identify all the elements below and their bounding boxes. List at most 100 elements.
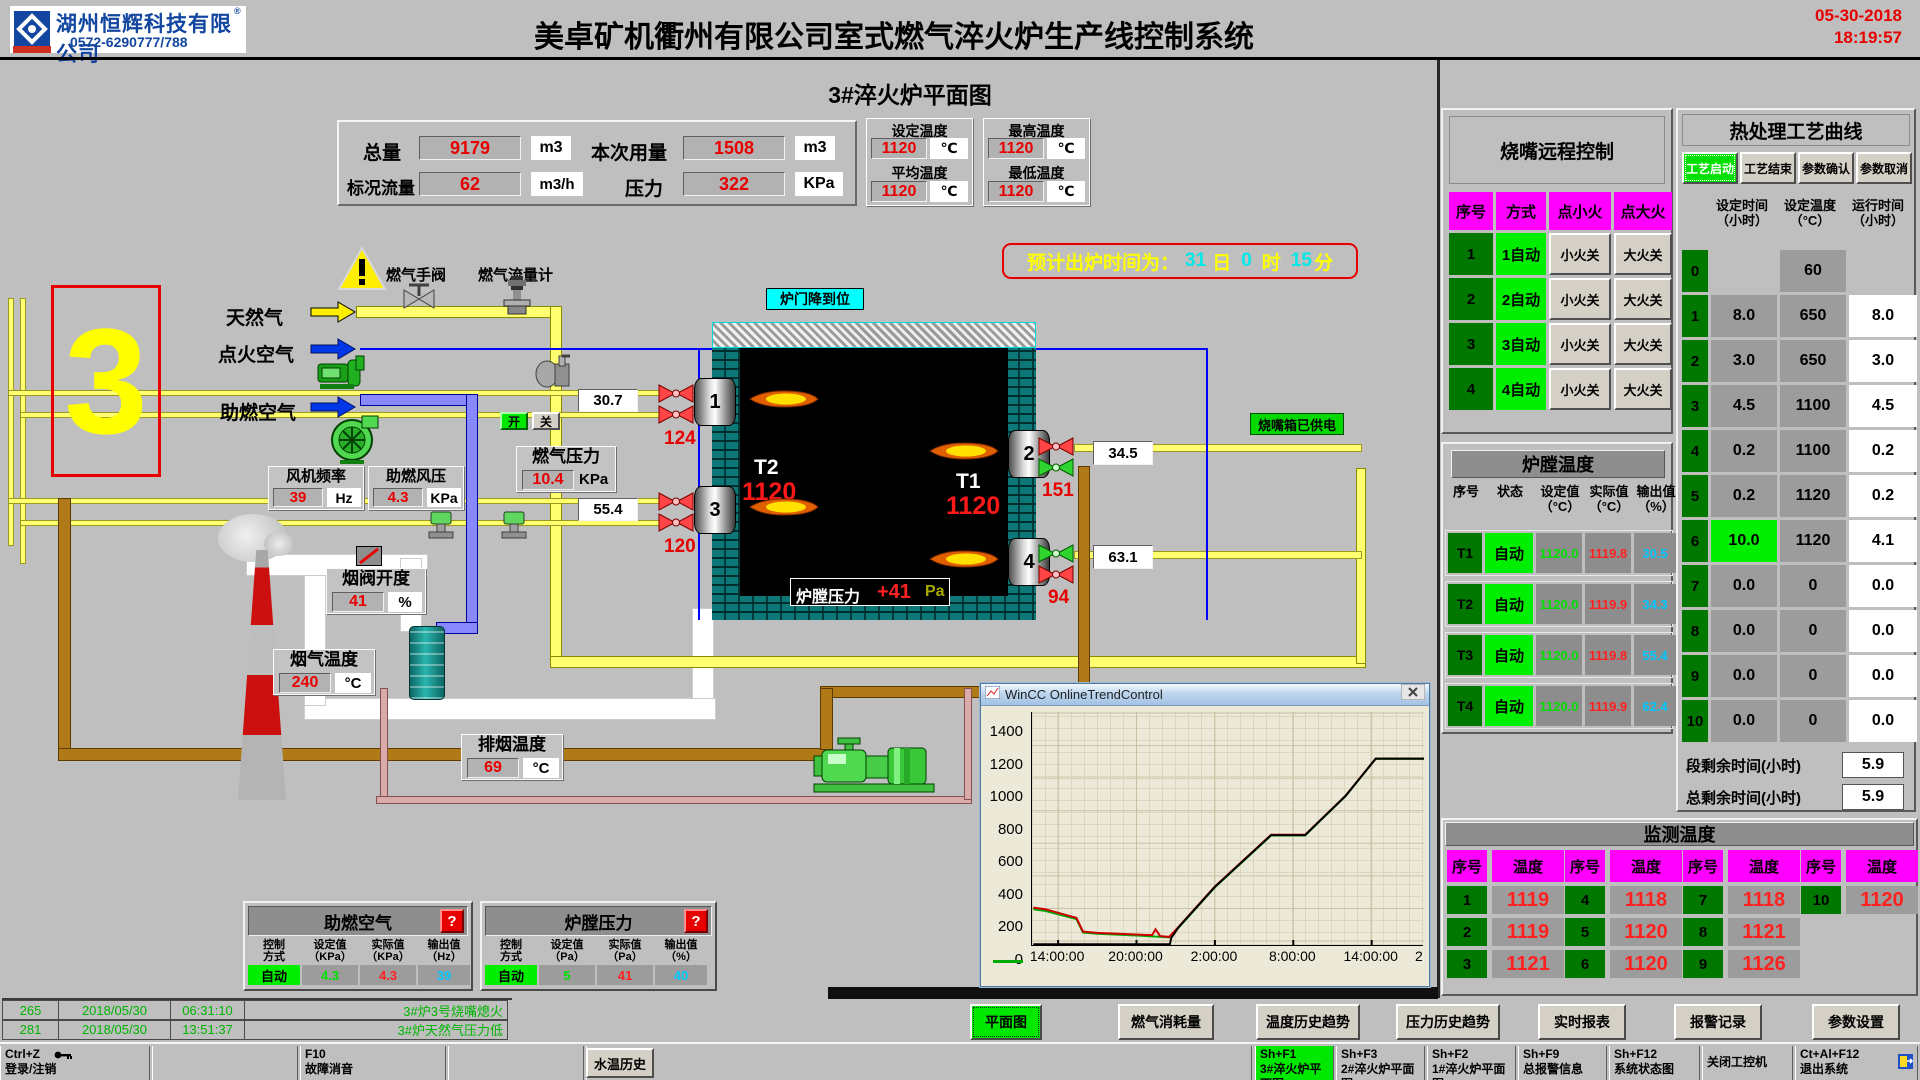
taskbar-furnace1-plan[interactable]: Sh+F21#淬火炉平面图: [1427, 1046, 1516, 1080]
alarm-row[interactable]: 2812018/05/3013:51:373#炉天然气压力低: [2, 1019, 512, 1038]
curve-set-temp-cell[interactable]: 1120: [1780, 475, 1846, 517]
burner-mode-cell[interactable]: 2自动: [1496, 278, 1546, 320]
alarm-record-button[interactable]: 报警记录: [1674, 1004, 1762, 1040]
x-tick-label: 8:00:00: [1257, 948, 1327, 964]
close-icon[interactable]: [1401, 684, 1425, 705]
big-fire-button[interactable]: 大火关: [1614, 233, 1672, 275]
control-mode-cell[interactable]: 自动: [248, 965, 300, 985]
gas-valve-icon[interactable]: [1038, 437, 1074, 456]
curve-set-time-cell[interactable]: 8.0: [1711, 295, 1777, 337]
curve-row: 90.000.0: [1682, 655, 1914, 697]
chamber-status-cell[interactable]: 自动: [1485, 635, 1533, 675]
curve-set-time-cell[interactable]: 0.2: [1711, 430, 1777, 472]
curve-set-temp-cell[interactable]: 650: [1780, 340, 1846, 382]
small-fire-button[interactable]: 小火关: [1549, 323, 1611, 365]
blower-on-button[interactable]: 开: [500, 412, 528, 430]
control-table-title-text: 助燃空气: [324, 909, 392, 934]
curve-set-time-cell[interactable]: 10.0: [1711, 520, 1777, 562]
taskbar-cell-key: Sh+F12: [1614, 1047, 1695, 1062]
control-table-title-text: 炉膛压力: [565, 909, 633, 934]
curve-set-temp-cell[interactable]: 1100: [1780, 430, 1846, 472]
taskbar-shutdown-ipc[interactable]: 关闭工控机: [1702, 1046, 1793, 1080]
chamber-temp-row: T2自动1120.01119.934.3: [1445, 581, 1673, 627]
combustion-air-pipe: [466, 394, 478, 630]
gas-valve-icon[interactable]: [1038, 565, 1074, 584]
taskbar-empty-cell: [586, 1046, 1252, 1080]
chamber-status-cell[interactable]: 自动: [1485, 584, 1533, 624]
trend-titlebar[interactable]: WinCC OnlineTrendControl: [981, 684, 1429, 706]
valve-readout-2: 151: [1042, 480, 1074, 502]
control-mode-cell[interactable]: 自动: [485, 965, 537, 985]
curve-set-temp-cell[interactable]: 0: [1780, 655, 1846, 697]
small-fire-button[interactable]: 小火关: [1549, 368, 1611, 410]
burner-mode-cell[interactable]: 4自动: [1496, 368, 1546, 410]
gas-valve-icon[interactable]: [658, 384, 694, 403]
chamber-status-cell[interactable]: 自动: [1485, 533, 1533, 573]
chamber-col-header: 实际值（°C）: [1586, 484, 1632, 514]
curve-set-temp-cell[interactable]: 0: [1780, 700, 1846, 742]
taskbar-login-logout[interactable]: Ctrl+Z登录/注销: [0, 1046, 150, 1080]
process-start-button[interactable]: 工艺启动: [1682, 152, 1738, 184]
big-fire-button[interactable]: 大火关: [1614, 323, 1672, 365]
curve-set-time-cell[interactable]: 0.0: [1711, 700, 1777, 742]
y-tick-label: 1200: [983, 756, 1023, 773]
help-button[interactable]: ?: [440, 909, 464, 933]
gas-valve-icon[interactable]: [658, 405, 694, 424]
damper-icon: [356, 546, 382, 566]
curve-set-time-cell[interactable]: 0.0: [1711, 565, 1777, 607]
curve-set-temp-cell[interactable]: 60: [1780, 250, 1846, 292]
curve-set-time-cell[interactable]: 4.5: [1711, 385, 1777, 427]
monitor-temp-header: 温度: [1492, 850, 1564, 882]
taskbar-fault-mute[interactable]: F10故障消音: [300, 1046, 446, 1080]
taskbar-exit-system[interactable]: Ct+Al+F12退出系统: [1795, 1046, 1918, 1080]
gas-valve-icon[interactable]: [1038, 458, 1074, 477]
gas-valve-icon[interactable]: [658, 513, 694, 532]
curve-index-cell: 0: [1682, 250, 1708, 292]
blower-off-button[interactable]: 关: [532, 412, 560, 430]
taskbar-total-alarm-info[interactable]: Sh+F9总报警信息: [1518, 1046, 1607, 1080]
taskbar-furnace3-plan[interactable]: Sh+F13#淬火炉平面图: [1255, 1046, 1334, 1080]
help-button[interactable]: ?: [684, 909, 708, 933]
curve-set-temp-cell[interactable]: 1120: [1780, 520, 1846, 562]
param-cancel-button[interactable]: 参数取消: [1856, 152, 1912, 184]
combustion-pressure-label: 助燃风压: [369, 467, 463, 487]
taskbar-cell-key: Sh+F2: [1432, 1047, 1511, 1062]
curve-set-temp-cell[interactable]: 1100: [1780, 385, 1846, 427]
gas-valve-icon[interactable]: [1038, 544, 1074, 563]
chamber-status-cell[interactable]: 自动: [1485, 686, 1533, 726]
gas-consumption-button[interactable]: 燃气消耗量: [1118, 1004, 1214, 1040]
chamber-col-header: 设定值（°C）: [1537, 484, 1583, 514]
curve-set-time-cell[interactable]: 0.0: [1711, 655, 1777, 697]
burner-mode-cell[interactable]: 3自动: [1496, 323, 1546, 365]
big-fire-button[interactable]: 大火关: [1614, 368, 1672, 410]
taskbar-furnace2-plan[interactable]: Sh+F32#淬火炉平面图: [1336, 1046, 1425, 1080]
small-fire-button[interactable]: 小火关: [1549, 278, 1611, 320]
curve-set-temp-cell[interactable]: 0: [1780, 565, 1846, 607]
monitor-no-header: 序号: [1447, 850, 1487, 882]
water-history-button[interactable]: 水温历史: [586, 1048, 654, 1078]
chamber-col-header: 状态: [1486, 484, 1534, 514]
burner-mode-cell[interactable]: 1自动: [1496, 233, 1546, 275]
curve-set-time-cell[interactable]: 0.2: [1711, 475, 1777, 517]
curve-index-cell: 6: [1682, 520, 1708, 562]
gas-valve-icon[interactable]: [658, 492, 694, 511]
small-fire-button[interactable]: 小火关: [1549, 233, 1611, 275]
temp-history-trend-button[interactable]: 温度历史趋势: [1256, 1004, 1360, 1040]
big-fire-button[interactable]: 大火关: [1614, 278, 1672, 320]
realtime-report-button[interactable]: 实时报表: [1538, 1004, 1626, 1040]
curve-set-time-cell[interactable]: 3.0: [1711, 340, 1777, 382]
param-settings-button[interactable]: 参数设置: [1812, 1004, 1900, 1040]
pressure-history-trend-button[interactable]: 压力历史趋势: [1396, 1004, 1500, 1040]
alarm-row[interactable]: 2652018/05/3006:31:103#炉3号烧嘴熄火: [2, 1000, 512, 1019]
process-end-button[interactable]: 工艺结束: [1740, 152, 1796, 184]
curve-set-temp-cell[interactable]: 650: [1780, 295, 1846, 337]
taskbar-system-status[interactable]: Sh+F12系统状态图: [1609, 1046, 1700, 1080]
curve-set-temp-cell[interactable]: 0: [1780, 610, 1846, 652]
circulation-pump-icon: [812, 736, 942, 799]
header-line: 实际值: [360, 939, 416, 951]
chamber-temp-header-row: 序号状态设定值（°C）实际值（°C）输出值（%）: [1447, 482, 1671, 516]
curve-set-time-cell[interactable]: 0.0: [1711, 610, 1777, 652]
param-confirm-button[interactable]: 参数确认: [1798, 152, 1854, 184]
natural-gas-label: 天然气: [226, 303, 283, 330]
plan-view-button[interactable]: 平面图: [970, 1004, 1042, 1040]
